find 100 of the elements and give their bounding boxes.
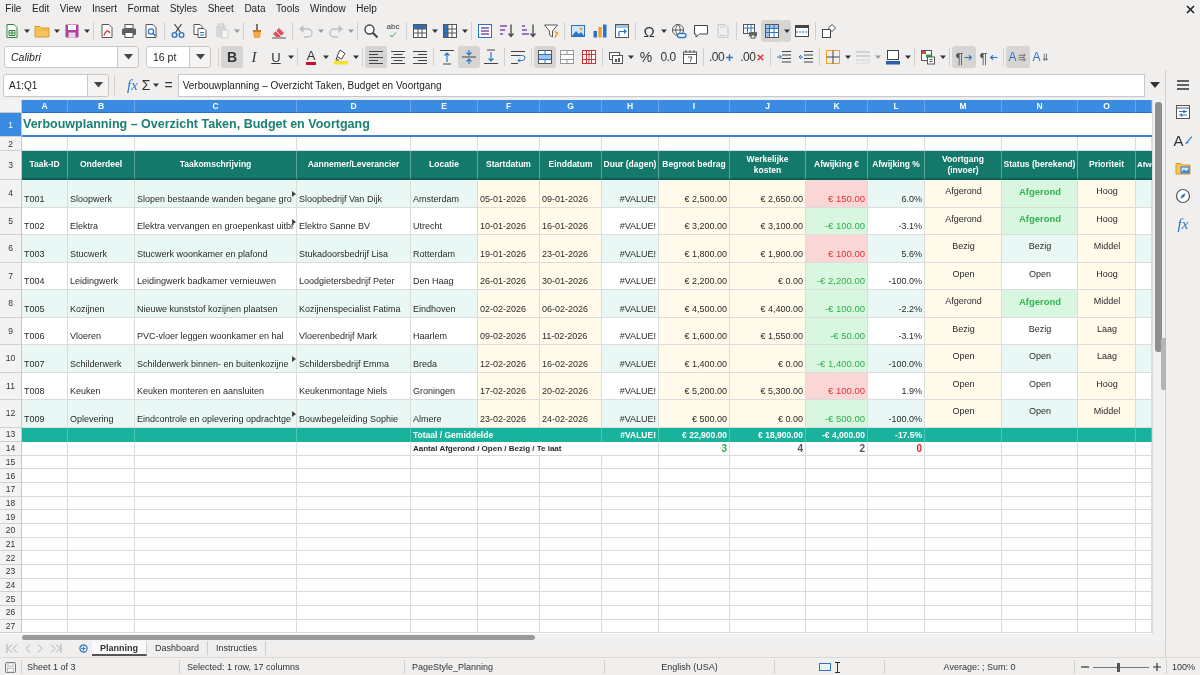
table-cell: Schilderwerk xyxy=(68,345,135,373)
text-cursor-icon[interactable] xyxy=(835,661,840,673)
functions-button[interactable]: fx xyxy=(1172,213,1194,235)
row-header[interactable]: 22 xyxy=(0,551,22,565)
delete-decimal-place-button[interactable]: .00 xyxy=(737,46,769,68)
table-cell: Laag xyxy=(1078,345,1136,373)
menu-item[interactable]: File xyxy=(0,2,27,16)
right-to-left-button[interactable]: ¶ xyxy=(976,46,1001,68)
slider-handle[interactable] xyxy=(1116,662,1120,672)
zoom-level[interactable]: 100% xyxy=(1167,660,1200,674)
underline-button[interactable]: U xyxy=(265,46,287,68)
formula-input[interactable]: Verbouwplanning – Overzicht Taken, Budget en Voortgang xyxy=(177,73,1145,97)
column-header[interactable]: E xyxy=(411,100,478,113)
scrollbar-thumb[interactable] xyxy=(1155,102,1162,352)
menu-icon[interactable] xyxy=(1177,80,1189,90)
row-header[interactable]: 19 xyxy=(0,510,22,524)
row-header[interactable]: 11 xyxy=(0,372,22,400)
menu-item[interactable]: Format xyxy=(122,2,165,16)
row-header[interactable]: 8 xyxy=(0,290,22,318)
menu-item[interactable]: Window xyxy=(304,2,351,16)
column-header[interactable]: I xyxy=(659,100,730,113)
percent-format-button[interactable]: % xyxy=(635,46,657,68)
sheet-tab[interactable]: Planning xyxy=(92,641,147,657)
menu-item[interactable]: View xyxy=(54,2,87,16)
styles-button[interactable]: A xyxy=(1172,129,1194,151)
menu-item[interactable]: Data xyxy=(239,2,271,16)
row-header[interactable]: 9 xyxy=(0,317,22,345)
menu-item[interactable]: Help xyxy=(350,2,383,16)
table-cell: Hoog xyxy=(1078,207,1136,235)
column-header[interactable]: D xyxy=(297,100,411,113)
column-header[interactable]: N xyxy=(1002,100,1078,113)
column-header[interactable]: A xyxy=(22,100,68,113)
dropdown-button[interactable] xyxy=(189,47,210,67)
row-header[interactable]: 2 xyxy=(0,137,22,151)
row-header[interactable]: 1 xyxy=(0,113,22,137)
minus-icon[interactable] xyxy=(1080,663,1089,671)
row-header[interactable]: 16 xyxy=(0,469,22,483)
row-header[interactable]: 3 xyxy=(0,151,22,180)
row-header[interactable]: 4 xyxy=(0,180,22,208)
merge-and-center-button[interactable] xyxy=(534,46,556,68)
table-cell: Bezig xyxy=(1002,317,1078,345)
vertical-scrollbar[interactable] xyxy=(1152,100,1165,634)
formula-button[interactable]: = xyxy=(162,75,175,95)
column-header[interactable]: O xyxy=(1078,100,1136,113)
text-top-to-bottom-button[interactable]: A xyxy=(1029,46,1054,68)
plus-icon[interactable] xyxy=(1152,663,1161,671)
freeze-rows-columns-button[interactable] xyxy=(761,20,783,42)
circled-plus-icon[interactable] xyxy=(79,644,88,654)
sidebar-handle[interactable] xyxy=(1161,338,1166,390)
rectangle-icon[interactable] xyxy=(819,663,831,671)
row-header[interactable]: 26 xyxy=(0,606,22,620)
menu-item[interactable]: Edit xyxy=(26,2,55,16)
sheet-tab[interactable]: Instructies xyxy=(208,641,267,657)
dropdown-button[interactable] xyxy=(117,47,138,67)
table-cell: Breda xyxy=(411,345,478,373)
row-header[interactable]: 23 xyxy=(0,565,22,579)
column-header[interactable]: F xyxy=(478,100,540,113)
add-decimal-place-button[interactable]: .00 xyxy=(706,46,738,68)
number-format-button[interactable]: 0.0 xyxy=(657,46,679,68)
menu-item[interactable]: Styles xyxy=(164,2,203,16)
font-size-field[interactable]: 16 pt xyxy=(146,46,211,68)
menu-item[interactable]: Sheet xyxy=(202,2,240,16)
table-cell: 09-01-2026 xyxy=(540,180,602,208)
column-header[interactable]: C xyxy=(135,100,297,113)
column-header[interactable]: J xyxy=(730,100,806,113)
italic-button[interactable]: I xyxy=(243,46,265,68)
menu-item[interactable]: Tools xyxy=(270,2,305,16)
close-icon[interactable] xyxy=(1186,5,1195,14)
align-left-button[interactable] xyxy=(365,46,387,68)
column-header[interactable]: K xyxy=(806,100,868,113)
font-color-button[interactable]: A xyxy=(300,46,322,68)
left-to-right-button[interactable]: ¶ xyxy=(952,46,977,68)
scrollbar-thumb[interactable] xyxy=(22,634,535,640)
caret-icon[interactable] xyxy=(1150,82,1160,88)
name-box[interactable]: A1:Q1 xyxy=(3,73,109,97)
row-header[interactable]: 6 xyxy=(0,235,22,263)
column-header[interactable]: H xyxy=(602,100,659,113)
sheet-tab[interactable]: Dashboard xyxy=(147,641,209,657)
menu-item[interactable]: Insert xyxy=(86,2,123,16)
caret-icon[interactable] xyxy=(783,20,791,42)
column-header[interactable]: M xyxy=(925,100,1002,113)
row-header[interactable]: 5 xyxy=(0,207,22,235)
table-cell: € 500.00 xyxy=(659,400,730,428)
row-header[interactable]: 10 xyxy=(0,345,22,373)
column-heading: Aannemer/Leverancier xyxy=(297,151,411,180)
row-header[interactable]: 25 xyxy=(0,592,22,607)
bold-button[interactable]: B xyxy=(221,46,243,68)
column-header[interactable]: L xyxy=(868,100,925,113)
row-header[interactable]: 12 xyxy=(0,400,22,428)
function-wizard-button[interactable]: fx xyxy=(125,75,140,95)
special-character-button[interactable]: Ω xyxy=(638,20,660,42)
dropdown-button[interactable] xyxy=(87,74,108,96)
column-header[interactable]: G xyxy=(540,100,602,113)
grid-icon xyxy=(559,49,575,65)
horizontal-scrollbar[interactable] xyxy=(0,633,1165,641)
column-header[interactable]: B xyxy=(68,100,135,113)
font-name-field[interactable]: Calibri xyxy=(4,46,139,68)
row-header[interactable]: 7 xyxy=(0,262,22,290)
sum-button[interactable]: Σ xyxy=(139,75,153,95)
spelling-button[interactable]: abc xyxy=(382,20,404,42)
